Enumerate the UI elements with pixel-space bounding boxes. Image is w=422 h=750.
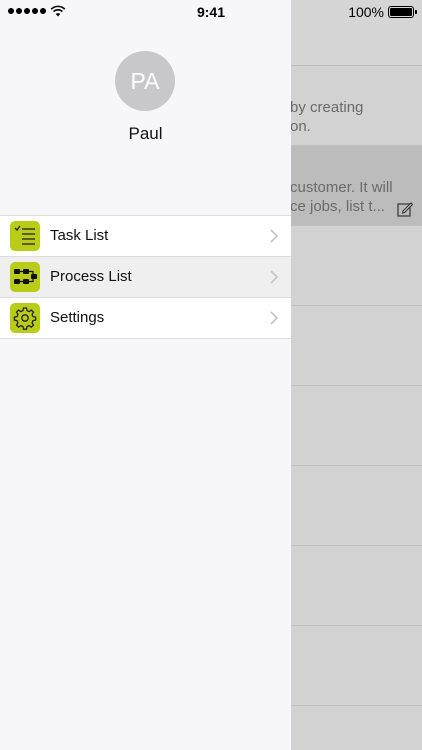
edit-icon[interactable] <box>397 201 413 217</box>
background-row-text-line2: ce jobs, list t... <box>290 198 386 215</box>
background-row-text-line1: by creating <box>290 99 364 116</box>
chevron-right-icon <box>270 229 279 243</box>
user-name: Paul <box>128 124 163 143</box>
menu-item-task-list[interactable]: Task List <box>0 216 291 257</box>
background-row-text-line2: on. <box>290 118 311 135</box>
battery-percentage: 100% <box>348 4 384 20</box>
gear-icon <box>10 303 40 333</box>
background-row-text-line1: customer. It will <box>290 179 393 196</box>
process-flow-icon <box>10 262 40 292</box>
avatar[interactable]: PA <box>115 51 175 111</box>
status-bar: 9:41 100% <box>0 0 422 24</box>
drawer-menu: Task List Process List Settings <box>0 215 291 339</box>
menu-item-label: Settings <box>50 309 105 326</box>
menu-item-process-list[interactable]: Process List <box>0 257 291 298</box>
chevron-right-icon <box>270 270 279 284</box>
side-drawer: PA Paul Task List Process List Settings <box>0 0 291 750</box>
menu-item-label: Task List <box>50 227 109 244</box>
avatar-initials: PA <box>130 67 160 94</box>
menu-item-settings[interactable]: Settings <box>0 298 291 339</box>
battery-icon <box>388 6 417 18</box>
checklist-icon <box>10 221 40 251</box>
chevron-right-icon <box>270 311 279 325</box>
menu-item-label: Process List <box>50 268 132 285</box>
